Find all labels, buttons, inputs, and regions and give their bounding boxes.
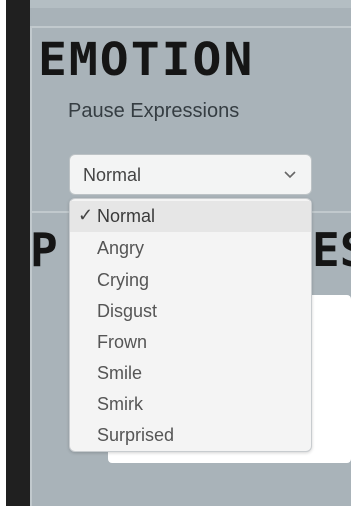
second-section-title-left: P [30,223,58,277]
dropdown-option-disgust[interactable]: Disgust [70,296,311,327]
dropdown-option-label: Disgust [97,301,158,321]
panel-top-edge [30,0,351,8]
dropdown-option-label: Frown [97,332,148,352]
dropdown-option-crying[interactable]: Crying [70,265,311,296]
expression-dropdown-menu: ✓ Normal Angry Crying Disgust Frown Smil… [69,198,312,452]
dropdown-option-label: Crying [97,270,150,290]
checkmark-icon: ✓ [78,205,94,225]
dropdown-option-label: Angry [97,238,145,258]
dropdown-option-surprised[interactable]: Surprised [70,420,311,451]
dropdown-option-smile[interactable]: Smile [70,358,311,389]
expression-select[interactable]: Normal [69,154,312,195]
app-frame: EMOTION Pause Expressions P ES Normal ✓ … [0,0,351,517]
dropdown-option-frown[interactable]: Frown [70,327,311,358]
expression-select-value: Normal [83,165,142,185]
dropdown-option-label: Smirk [97,394,143,414]
dropdown-option-label: Normal [97,206,156,226]
dropdown-option-angry[interactable]: Angry [70,233,311,264]
dropdown-option-label: Surprised [97,425,175,445]
bottom-edge [0,506,351,517]
chevron-down-icon [284,171,296,179]
second-section-title-right: ES [312,223,351,277]
emotion-title: EMOTION [38,33,255,87]
dropdown-option-smirk[interactable]: Smirk [70,389,311,420]
left-sidebar-strip [6,0,30,506]
pause-expressions-label: Pause Expressions [68,100,240,122]
dropdown-option-label: Smile [97,363,143,383]
dropdown-option-normal[interactable]: ✓ Normal [70,201,311,232]
